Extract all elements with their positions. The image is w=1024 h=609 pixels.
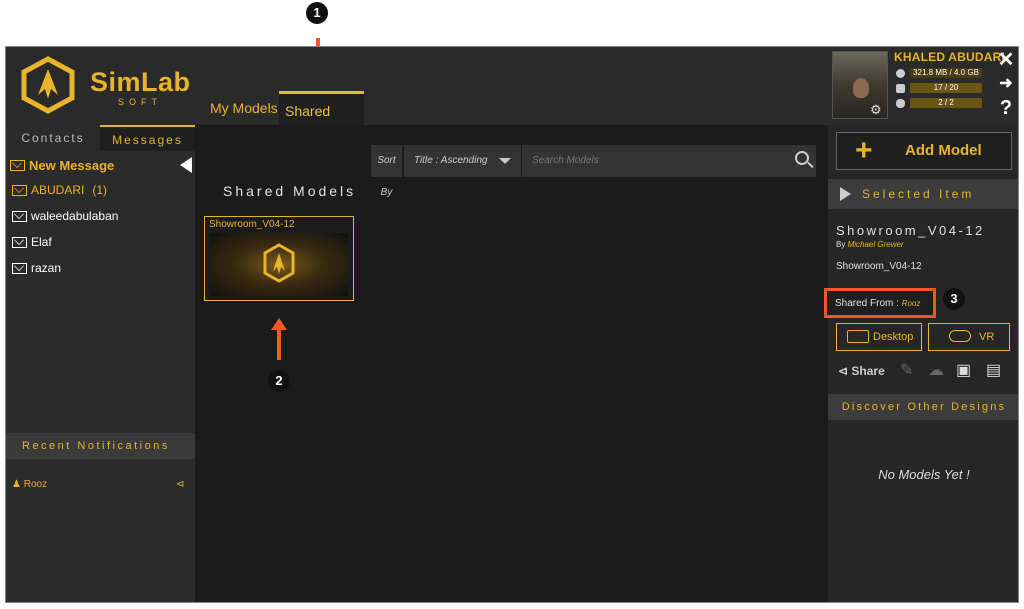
search-input[interactable] bbox=[522, 145, 816, 177]
desktop-view-button[interactable]: Desktop bbox=[836, 323, 922, 351]
annotation-badge-1: 1 bbox=[306, 2, 328, 24]
annotation-badge-2: 2 bbox=[268, 370, 290, 392]
links-quota-bar: 2 / 2 bbox=[910, 98, 982, 108]
tab-contacts[interactable]: Contacts bbox=[6, 125, 100, 151]
annotation-arrowhead-2 bbox=[271, 318, 287, 330]
notifications-list: ♟ Rooz ⊲ bbox=[6, 459, 195, 602]
tab-my-models[interactable]: My Models bbox=[204, 91, 284, 125]
selected-item-title: Selected Item bbox=[862, 187, 975, 201]
sort-value: Title : Ascending bbox=[414, 155, 488, 166]
envelope-icon bbox=[12, 236, 27, 248]
notification-item[interactable]: ♟ Rooz bbox=[12, 479, 47, 490]
right-panel: ⚙ KHALED ABUDARI 321.8 MB / 4.0 GB 17 / … bbox=[824, 47, 1018, 602]
models-quota-bar: 17 / 20 bbox=[910, 83, 982, 93]
share-button[interactable]: ⊲ Share bbox=[838, 359, 885, 383]
model-thumbnail bbox=[211, 233, 348, 296]
contact-name: Elaf bbox=[31, 235, 52, 249]
envelope-icon bbox=[12, 210, 27, 222]
section-title: Shared Models bbox=[223, 183, 357, 199]
link-icon bbox=[896, 99, 905, 108]
brand-name: SimLab bbox=[90, 67, 191, 97]
model-card[interactable]: Showroom_V04-12 bbox=[204, 216, 354, 301]
selected-model-author: By Michael Grewer bbox=[836, 240, 904, 249]
unread-count: (1) bbox=[92, 183, 108, 197]
shared-from-label: Shared From : bbox=[835, 298, 899, 309]
storage-icon bbox=[896, 69, 905, 78]
simlab-logo-icon bbox=[21, 56, 75, 114]
add-model-button[interactable]: + Add Model bbox=[836, 132, 1012, 170]
storage-bar: 321.8 MB / 4.0 GB bbox=[910, 68, 982, 78]
app-header: SimLab SOFT My Models Shared Models bbox=[6, 47, 828, 153]
notification-user: Rooz bbox=[23, 479, 48, 490]
share-icon: ⊲ bbox=[176, 479, 185, 490]
left-panel: Contacts Messages New Message ABUDARI (1… bbox=[6, 125, 195, 602]
gear-icon[interactable]: ⚙ bbox=[870, 103, 884, 117]
sort-select[interactable]: Title : Ascending bbox=[404, 145, 521, 177]
profile-name: KHALED ABUDARI bbox=[894, 50, 1006, 64]
help-icon[interactable]: ? bbox=[996, 97, 1016, 120]
sort-by-label: Sort By bbox=[371, 145, 402, 198]
monitor-icon bbox=[847, 330, 869, 343]
user-icon: ♟ bbox=[12, 479, 21, 490]
share-icon: ⊲ bbox=[838, 364, 849, 378]
contact-name: waleedabulaban bbox=[31, 209, 119, 223]
brand-sub: SOFT bbox=[118, 97, 162, 107]
new-message-button[interactable]: New Message bbox=[10, 158, 114, 173]
contact-item[interactable]: waleedabulaban bbox=[12, 209, 118, 223]
play-icon bbox=[840, 187, 851, 201]
models-icon bbox=[896, 84, 905, 93]
model-card-title: Showroom_V04-12 bbox=[209, 219, 295, 230]
profile-panel: ⚙ KHALED ABUDARI 321.8 MB / 4.0 GB 17 / … bbox=[828, 47, 1018, 125]
envelope-icon bbox=[10, 160, 25, 171]
notifications-header: Recent Notifications bbox=[6, 433, 195, 459]
discover-header: Discover Other Designs bbox=[828, 394, 1018, 420]
vr-headset-icon bbox=[949, 330, 971, 342]
logout-icon[interactable]: ➜ bbox=[996, 73, 1016, 93]
contacts-messages-tabs: Contacts Messages bbox=[6, 125, 195, 151]
cloud-upload-icon[interactable]: ☁ bbox=[928, 359, 944, 383]
main-content: Sort By Title : Ascending Shared Models … bbox=[195, 125, 828, 602]
collapse-panel-icon[interactable] bbox=[180, 157, 192, 173]
item-toolbar: ⊲ Share ✎ ☁ ▣ ▤ bbox=[836, 359, 1012, 383]
contact-item[interactable]: razan bbox=[12, 261, 61, 275]
chevron-down-icon bbox=[499, 158, 511, 164]
tab-messages[interactable]: Messages bbox=[100, 125, 195, 151]
contact-item[interactable]: ABUDARI (1) bbox=[12, 183, 107, 197]
shared-from: Shared From : Rooz bbox=[835, 298, 920, 309]
simlab-logo-icon bbox=[263, 243, 295, 283]
tab-shared-models[interactable]: Shared Models bbox=[279, 91, 364, 153]
contact-name: razan bbox=[31, 261, 62, 275]
share-label: Share bbox=[851, 364, 885, 378]
close-icon[interactable]: ✕ bbox=[996, 47, 1016, 72]
annotation-arrow-2 bbox=[277, 330, 281, 360]
author-name: Michael Grewer bbox=[847, 240, 904, 249]
vr-view-button[interactable]: VR bbox=[928, 323, 1010, 351]
add-model-label: Add Model bbox=[905, 142, 982, 159]
edit-icon[interactable]: ✎ bbox=[900, 359, 913, 383]
vr-label: VR bbox=[979, 331, 995, 343]
selected-item-header[interactable]: Selected Item bbox=[828, 179, 1018, 209]
plus-icon: + bbox=[855, 134, 873, 167]
envelope-icon bbox=[12, 262, 27, 274]
shared-from-user: Rooz bbox=[901, 299, 921, 308]
app-window: SimLab SOFT My Models Shared Models Cont… bbox=[5, 46, 1019, 603]
new-message-label: New Message bbox=[29, 158, 115, 173]
contact-item[interactable]: Elaf bbox=[12, 235, 52, 249]
desktop-label: Desktop bbox=[873, 331, 914, 343]
selected-model-name: Showroom_V04-12 bbox=[836, 223, 985, 238]
contact-name: ABUDARI bbox=[31, 183, 85, 197]
trash-icon[interactable]: ▤ bbox=[986, 359, 1001, 383]
save-icon[interactable]: ▣ bbox=[956, 359, 971, 383]
shared-from-box: Shared From : Rooz bbox=[824, 288, 936, 318]
envelope-icon bbox=[12, 184, 27, 196]
by-label: By bbox=[836, 240, 846, 249]
no-models-message: No Models Yet ! bbox=[878, 467, 970, 482]
search-icon[interactable] bbox=[795, 151, 809, 165]
selected-model-description: Showroom_V04-12 bbox=[836, 261, 922, 272]
annotation-badge-3: 3 bbox=[943, 288, 965, 310]
